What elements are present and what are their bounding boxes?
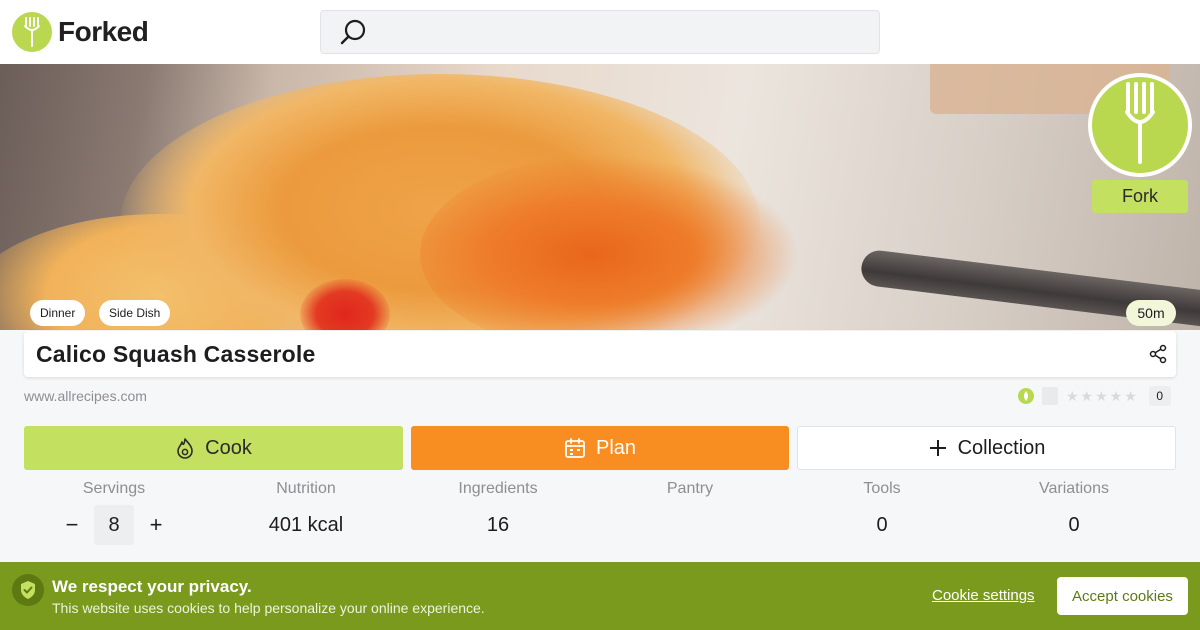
cook-time-badge: 50m	[1126, 300, 1176, 326]
pantry-value	[594, 514, 786, 538]
search-icon[interactable]	[339, 19, 367, 52]
brand-name: Forked	[58, 16, 149, 47]
cook-button-label: Cook	[205, 436, 252, 459]
collection-button-label: Collection	[957, 436, 1046, 459]
fork-badge[interactable]	[1088, 73, 1192, 177]
recipe-title-card: Calico Squash Casserole	[24, 331, 1176, 377]
cookie-settings-link[interactable]: Cookie settings	[932, 587, 1035, 604]
stat-nutrition[interactable]: Nutrition 401 kcal	[210, 480, 402, 538]
servings-stepper: − 8 +	[56, 505, 172, 545]
tag-side-dish[interactable]: Side Dish	[99, 300, 171, 326]
fork-button[interactable]: Fork	[1092, 180, 1188, 213]
variations-label: Variations	[1039, 480, 1109, 497]
share-icon[interactable]	[1148, 344, 1168, 369]
tag-dinner[interactable]: Dinner	[30, 300, 86, 326]
cookie-text: This website uses cookies to help person…	[52, 600, 485, 616]
increase-servings-button[interactable]: +	[140, 505, 172, 545]
stat-pantry[interactable]: Pantry	[594, 480, 786, 538]
cookie-banner: We respect your privacy. This website us…	[0, 562, 1200, 630]
fork-icon	[1122, 81, 1158, 169]
ingredients-label: Ingredients	[458, 480, 538, 497]
top-header: Forked	[0, 0, 1200, 64]
recipe-hero-image	[0, 64, 1200, 330]
rating-placeholder	[1042, 387, 1058, 405]
calendar-icon	[564, 437, 586, 459]
nutrition-label: Nutrition	[276, 480, 336, 497]
servings-label: Servings	[82, 480, 146, 497]
recipe-title: Calico Squash Casserole	[36, 341, 316, 367]
cook-button[interactable]: Cook	[24, 426, 403, 470]
plus-icon	[928, 438, 948, 458]
add-to-collection-button[interactable]: Collection	[797, 426, 1176, 470]
shield-check-icon	[12, 574, 44, 606]
stat-tools[interactable]: Tools 0	[786, 480, 978, 538]
accept-cookies-button[interactable]: Accept cookies	[1057, 577, 1188, 615]
flame-icon	[175, 437, 195, 459]
forked-logo[interactable]: Forked	[12, 12, 149, 52]
tools-label: Tools	[863, 480, 901, 497]
recipe-source-link[interactable]: www.allrecipes.com	[24, 388, 147, 404]
pantry-label: Pantry	[666, 480, 714, 497]
variations-value: 0	[1068, 514, 1080, 536]
stat-variations[interactable]: Variations 0	[978, 480, 1170, 538]
fork-icon	[12, 12, 52, 52]
nutrition-value: 401 kcal	[268, 514, 344, 536]
decrease-servings-button[interactable]: −	[56, 505, 88, 545]
ingredients-value: 16	[486, 514, 510, 536]
stat-servings: Servings	[18, 480, 210, 498]
tools-value: 0	[876, 514, 888, 536]
star-rating[interactable]: ★★★★★	[1066, 388, 1139, 405]
plan-button-label: Plan	[595, 436, 637, 459]
search-input[interactable]	[320, 10, 880, 54]
servings-value[interactable]: 8	[94, 505, 134, 545]
plan-button[interactable]: Plan	[411, 426, 789, 470]
cookie-title: We respect your privacy.	[52, 577, 252, 596]
stat-ingredients[interactable]: Ingredients 16	[402, 480, 594, 538]
rating-count: 0	[1148, 386, 1171, 406]
leaf-icon	[1018, 388, 1034, 404]
rating-row: ★★★★★ 0	[1018, 386, 1171, 406]
